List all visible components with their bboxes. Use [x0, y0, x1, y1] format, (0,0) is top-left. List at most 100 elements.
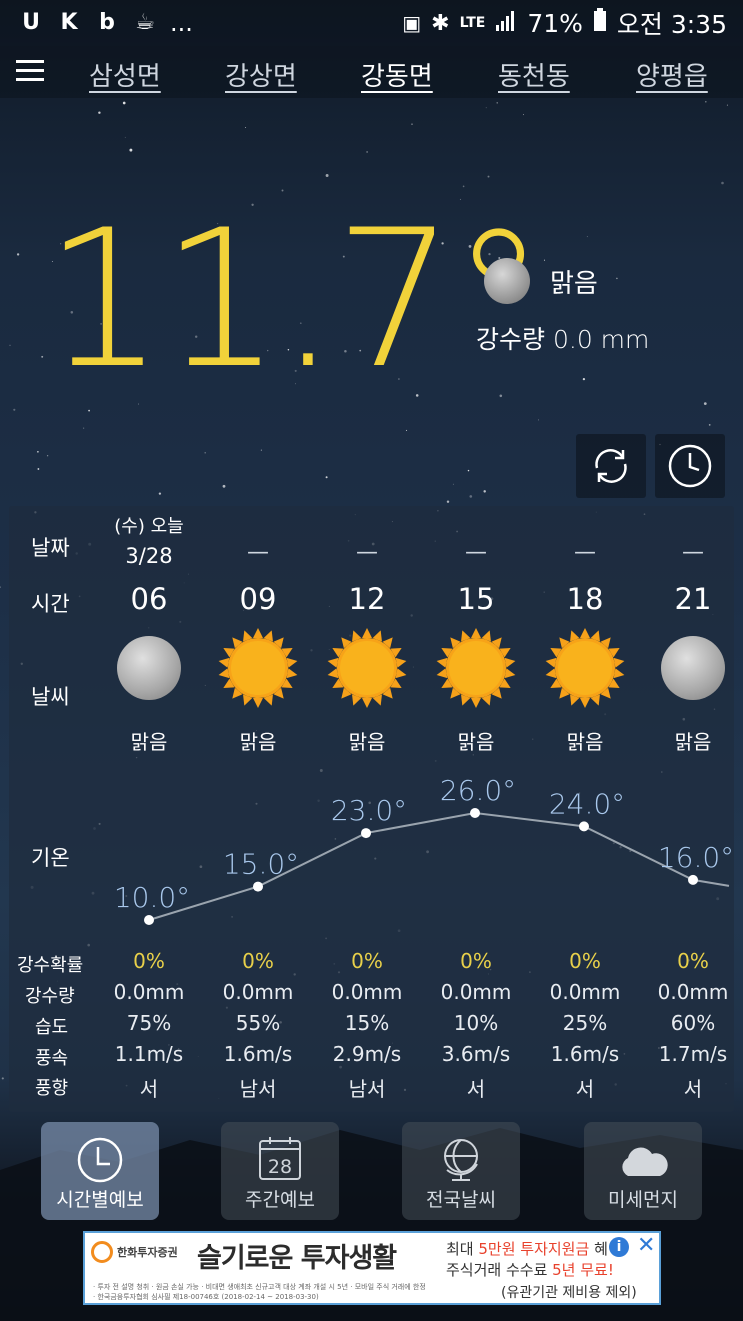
temperature-label: 15.0° [223, 848, 299, 881]
hour-cell: 21 [674, 582, 712, 616]
star-dot [452, 483, 454, 485]
b-app-icon: b [99, 10, 115, 35]
refresh-icon [595, 449, 627, 483]
star-dot [46, 455, 49, 457]
more-notifications: ... [170, 9, 193, 37]
nav-weekly-forecast[interactable]: 28 주간예보 [221, 1122, 339, 1220]
ad-close-icon[interactable]: ✕ [637, 1233, 655, 1258]
cell-prob: 0% [460, 949, 492, 973]
weather-icon-cell [203, 626, 313, 714]
tab-location-2[interactable]: 강상면 [225, 56, 297, 93]
precipitation-value: 0.0 mm [552, 325, 650, 354]
ad-info-icon[interactable]: i [609, 1237, 629, 1257]
condition-cell: 맑음 [457, 730, 495, 754]
tab-location-1[interactable]: 삼성면 [89, 56, 161, 93]
weather-icon-cell [530, 626, 640, 714]
sun-icon [544, 628, 626, 708]
star-dot [1, 1077, 4, 1080]
star-dot [16, 253, 20, 256]
star-dot [325, 174, 329, 177]
current-temperature: 11.7° [44, 189, 546, 410]
temperature-label: 10.0° [114, 881, 190, 914]
date-cell-today: (수) 오늘 3/28 [94, 512, 204, 568]
nav-label: 시간별예보 [56, 1189, 144, 1211]
cell-wind-speed: 1.1m/s [114, 1042, 184, 1066]
tab-location-4[interactable]: 동천동 [498, 56, 570, 93]
star-dot [726, 104, 728, 106]
star-dot [446, 500, 450, 503]
cloud-icon [622, 1147, 668, 1176]
date-dash: — [682, 540, 704, 565]
moon-icon [661, 636, 725, 700]
clock-icon [668, 444, 712, 488]
nav-label: 미세먼지 [608, 1189, 678, 1211]
moon-icon [117, 636, 181, 700]
star-dot [411, 123, 413, 125]
status-bar: U K b ☕ ... ▣ ✱ LTE 71% 오전 3:35 [0, 0, 743, 46]
nav-national-weather[interactable]: 전국날씨 [402, 1122, 520, 1220]
history-button[interactable] [655, 434, 725, 498]
ad-headline: 슬기로운 투자생활 [197, 1243, 397, 1274]
current-precipitation: 강수량 0.0 mm [476, 320, 649, 356]
temperature-point [361, 828, 371, 839]
star-dot [708, 424, 711, 426]
star-dot [98, 111, 101, 114]
today-weekday: (수) 오늘 [114, 516, 184, 537]
current-condition-label: 맑음 [550, 268, 598, 299]
star-dot [129, 148, 133, 152]
row-label-precip-amount: 강수량 [25, 986, 75, 1007]
hourly-forecast-panel: 날짜 시간 날씨 기온 강수확률 강수량 습도 풍속 풍향 (수) 오늘 3/2… [9, 506, 734, 1112]
bluetooth-icon: ✱ [431, 10, 450, 36]
date-dash: — [465, 540, 487, 565]
star-dot [37, 468, 40, 470]
location-tabs-bar: 삼성면 강상면 강동면 동천동 양평읍 [0, 46, 743, 98]
star-dot [222, 484, 226, 488]
cell-wind-dir: 서 [466, 1077, 486, 1101]
clock-time: 오전 3:35 [616, 10, 727, 39]
bottom-nav: 시간별예보 28 주간예보 전국날씨 미세먼지 [0, 1118, 743, 1226]
ad-banner[interactable]: 한화투자증권 슬기로운 투자생활 최대 5만원 투자지원금 혜 주식거래 수수료… [83, 1231, 661, 1305]
hour-cell: 09 [239, 582, 277, 616]
weather-icon-cell [638, 626, 743, 710]
star-dot [582, 377, 586, 381]
hour-cell: 18 [566, 582, 604, 616]
row-label-time: 시간 [31, 592, 70, 616]
cell-amount: 0.0mm [657, 980, 729, 1004]
today-date: 3/28 [125, 544, 173, 568]
star-dot [469, 495, 473, 498]
row-label-weather: 날씨 [31, 685, 70, 709]
nav-label: 주간예보 [245, 1189, 315, 1211]
temperature-point [688, 874, 698, 885]
nav-hourly-forecast[interactable]: 시간별예보 [41, 1122, 159, 1220]
hour-cell: 12 [348, 582, 386, 616]
cell-amount: 0.0mm [331, 980, 403, 1004]
network-label: LTE [459, 15, 486, 31]
cell-wind-dir: 남서 [348, 1077, 386, 1101]
star-dot [405, 429, 408, 431]
ad-footnote-1: · 투자 전 설명 청취 · 원금 손실 가능 · 비대면 생애최초 신규고객 … [93, 1283, 426, 1291]
cell-prob: 0% [677, 949, 709, 973]
tab-location-5[interactable]: 양평읍 [636, 56, 708, 93]
weather-icon-cell [94, 626, 204, 710]
weather-icon-cell [421, 626, 531, 714]
temperature-label: 26.0° [440, 774, 516, 807]
refresh-button[interactable] [576, 434, 646, 498]
globe-icon [444, 1139, 478, 1181]
star-dot [83, 427, 85, 429]
nav-fine-dust[interactable]: 미세먼지 [584, 1122, 702, 1220]
tab-location-3-active[interactable]: 강동면 [361, 56, 433, 93]
star-dot [703, 402, 707, 405]
temperature-point [253, 881, 263, 892]
row-label-date: 날짜 [31, 536, 70, 560]
star-dot [325, 476, 328, 479]
u-app-icon: U [22, 10, 40, 35]
ad-footnote-2: · 한국금융투자협회 심사필 제18-00746호 (2018-02-14 ~ … [93, 1293, 319, 1301]
sun-icon [326, 628, 408, 708]
calendar-day: 28 [267, 1156, 293, 1178]
menu-icon[interactable] [16, 60, 44, 84]
temperature-point [579, 821, 589, 832]
brand-logo-icon [91, 1241, 113, 1263]
cell-wind-speed: 2.9m/s [332, 1042, 402, 1066]
ad-line2-highlight: 5년 무료! [552, 1261, 614, 1279]
current-condition: 맑음 [484, 258, 598, 304]
